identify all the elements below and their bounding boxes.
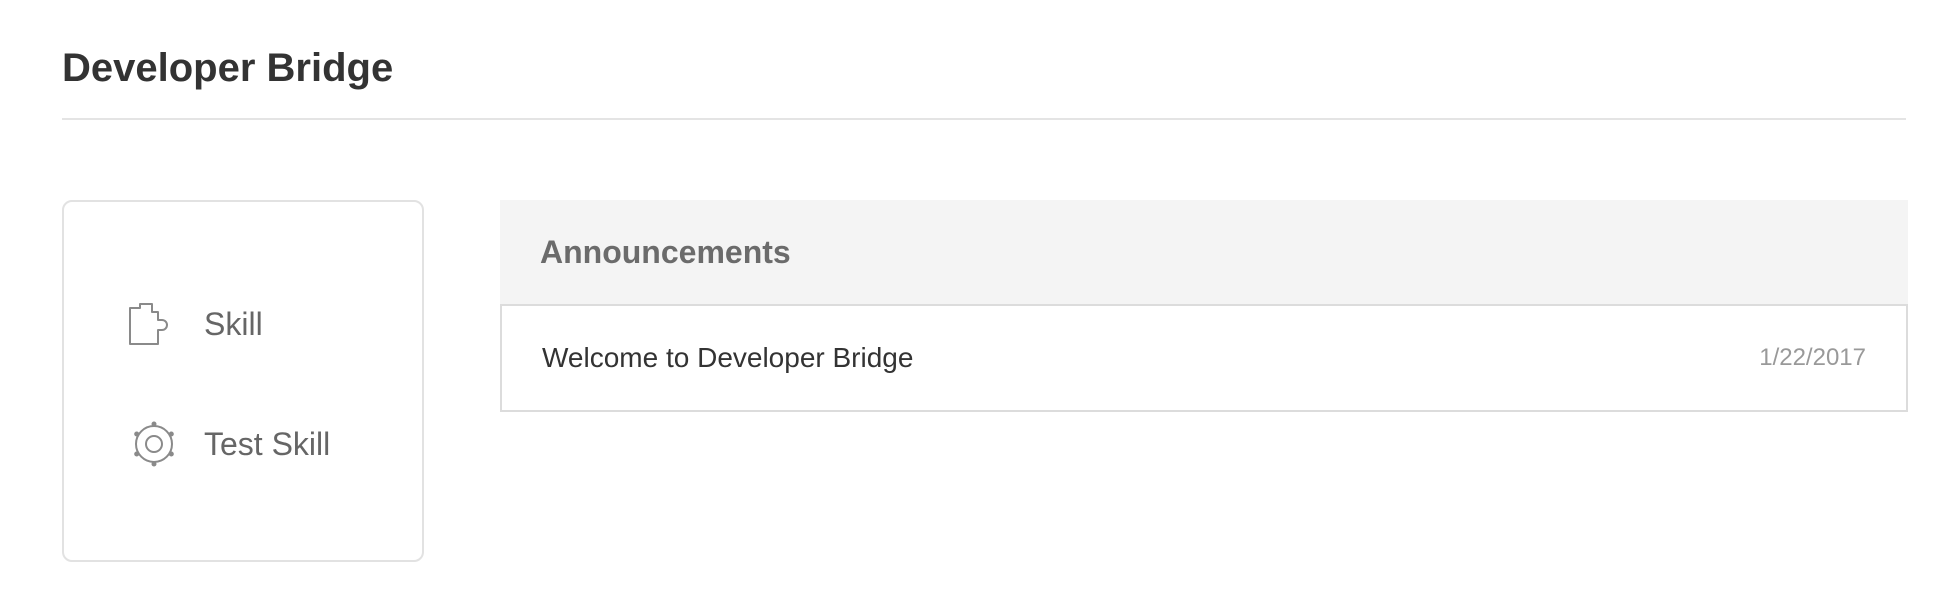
title-divider <box>62 118 1906 120</box>
sidebar-card: Skill Test Skill <box>62 200 424 562</box>
announcements-title: Announcements <box>540 234 791 270</box>
announcements-panel: Announcements Welcome to Developer Bridg… <box>500 200 1908 412</box>
sidebar-item-label: Skill <box>204 305 263 342</box>
announcements-header: Announcements <box>500 200 1908 304</box>
announcement-date: 1/22/2017 <box>1759 344 1866 371</box>
sidebar-item-skill[interactable]: Skill <box>126 296 263 352</box>
announcement-link[interactable]: Welcome to Developer Bridge <box>542 340 913 376</box>
sidebar-item-test-skill[interactable]: Test Skill <box>126 416 330 472</box>
gear-icon <box>126 416 182 472</box>
sidebar-item-label: Test Skill <box>204 425 331 462</box>
puzzle-piece-icon <box>126 296 182 352</box>
page-title: Developer Bridge <box>62 46 394 90</box>
announcement-item: Welcome to Developer Bridge 1/22/2017 <box>500 304 1908 412</box>
